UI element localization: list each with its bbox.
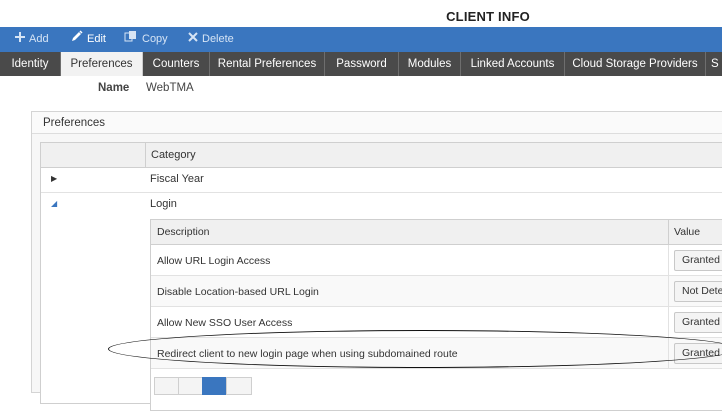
delete-button[interactable]: Delete — [188, 27, 234, 52]
tab-preferences[interactable]: Preferences — [61, 52, 143, 76]
add-label: Add — [29, 33, 49, 45]
value-column-header[interactable]: Value — [674, 226, 700, 238]
pagination — [151, 374, 722, 410]
table-row[interactable]: Allow New SSO User Access Granted — [151, 307, 722, 338]
add-button[interactable]: Add — [15, 27, 49, 52]
collapse-arrow-icon[interactable]: ◢ — [51, 199, 57, 208]
tab-cloud-storage-providers[interactable]: Cloud Storage Providers — [565, 52, 706, 76]
copy-button[interactable]: Copy — [124, 27, 168, 52]
row-description: Redirect client to new login page when u… — [157, 348, 458, 360]
pencil-icon — [71, 27, 83, 52]
page-next-button[interactable] — [226, 377, 252, 395]
table-row[interactable]: Redirect client to new login page when u… — [151, 338, 722, 369]
name-value: WebTMA — [146, 82, 194, 94]
page-first-button[interactable] — [154, 377, 180, 395]
panel-title: Preferences — [32, 112, 722, 134]
tab-identity[interactable]: Identity — [0, 52, 61, 76]
category-row-fiscal-year[interactable]: ▶ Fiscal Year — [41, 168, 722, 193]
name-label: Name — [98, 82, 130, 94]
value-select[interactable]: Granted — [674, 250, 722, 271]
grid-header: Category — [41, 143, 722, 168]
expand-arrow-icon[interactable]: ▶ — [51, 174, 57, 183]
value-select[interactable]: Not Dete — [674, 281, 722, 302]
row-description: Allow New SSO User Access — [157, 317, 293, 329]
tab-modules[interactable]: Modules — [399, 52, 461, 76]
category-row-login[interactable]: ◢ Login — [41, 193, 722, 217]
row-description: Disable Location-based URL Login — [157, 286, 319, 298]
copy-icon — [124, 27, 138, 52]
page-current-button[interactable] — [202, 377, 228, 395]
preferences-panel: Preferences Category ▶ Fiscal Year ◢ Log… — [31, 111, 722, 411]
edit-label: Edit — [87, 33, 106, 45]
toolbar: Add Edit Copy Delete — [0, 27, 722, 52]
tab-counters[interactable]: Counters — [143, 52, 210, 76]
name-row: Name WebTMA — [0, 82, 722, 98]
delete-label: Delete — [202, 33, 234, 45]
copy-label: Copy — [142, 33, 168, 45]
row-description: Allow URL Login Access — [157, 255, 271, 267]
tab-bar: Identity Preferences Counters Rental Pre… — [0, 52, 722, 76]
value-select[interactable]: Granted — [674, 343, 722, 364]
value-select[interactable]: Granted — [674, 312, 722, 333]
detail-grid-header: Description Value — [151, 220, 722, 245]
description-column-header[interactable]: Description — [157, 226, 210, 238]
close-icon — [188, 27, 198, 52]
page-prev-button[interactable] — [178, 377, 204, 395]
category-label: Fiscal Year — [150, 173, 204, 185]
edit-button[interactable]: Edit — [71, 27, 106, 52]
category-grid: Category ▶ Fiscal Year ◢ Login Descripti… — [40, 142, 722, 411]
table-row[interactable]: Allow URL Login Access Granted — [151, 245, 722, 276]
table-row[interactable]: Disable Location-based URL Login Not Det… — [151, 276, 722, 307]
tab-truncated[interactable]: S — [706, 52, 722, 76]
tab-password[interactable]: Password — [325, 52, 399, 76]
tab-rental-preferences[interactable]: Rental Preferences — [210, 52, 325, 76]
login-detail-grid: Description Value Allow URL Login Access… — [150, 219, 722, 411]
category-label: Login — [150, 198, 177, 210]
page-title: CLIENT INFO — [446, 9, 530, 24]
tab-linked-accounts[interactable]: Linked Accounts — [461, 52, 565, 76]
plus-icon — [15, 27, 25, 52]
category-column-header[interactable]: Category — [151, 149, 196, 161]
